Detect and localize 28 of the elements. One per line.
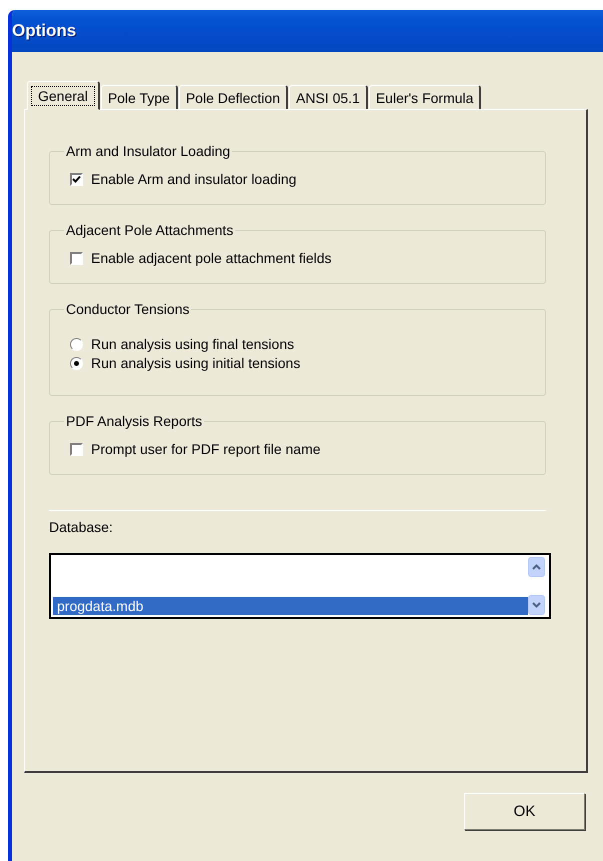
field-label: Database: xyxy=(49,519,114,535)
ok-button[interactable]: OK xyxy=(464,793,585,830)
tab[interactable]: General xyxy=(27,81,100,110)
database-list[interactable]: progdata.mdb xyxy=(49,553,551,619)
option-label: Prompt user for PDF report file name xyxy=(91,441,321,457)
tab[interactable]: Euler's Formula xyxy=(368,85,482,109)
checkbox[interactable] xyxy=(70,252,83,264)
option-label: Run analysis using final tensions xyxy=(91,336,294,352)
tab[interactable]: Pole Type xyxy=(100,85,178,109)
window-title: Options xyxy=(12,10,603,52)
checkbox[interactable] xyxy=(70,442,83,456)
tab[interactable]: ANSI 05.1 xyxy=(289,85,368,109)
option-label: Enable Arm and insulator loading xyxy=(91,171,296,187)
checkbox[interactable] xyxy=(70,172,83,186)
group-title: PDF Analysis Reports xyxy=(65,413,204,429)
tab[interactable]: Pole Deflection xyxy=(178,85,288,109)
option-label: Run analysis using initial tensions xyxy=(91,355,300,371)
group-title: Arm and Insulator Loading xyxy=(65,143,232,159)
radio-button[interactable] xyxy=(70,338,83,350)
chevron-up-icon xyxy=(532,564,541,570)
option-label: Enable adjacent pole attachment fields xyxy=(91,250,332,266)
radio-button[interactable] xyxy=(70,356,83,370)
group-title: Conductor Tensions xyxy=(65,301,190,317)
group-title: Adjacent Pole Attachments xyxy=(65,222,234,238)
chevron-down-icon xyxy=(532,602,541,608)
list-item[interactable]: progdata.mdb xyxy=(53,597,528,615)
scroll-up-button[interactable] xyxy=(528,557,545,577)
scroll-down-button[interactable] xyxy=(528,595,545,615)
